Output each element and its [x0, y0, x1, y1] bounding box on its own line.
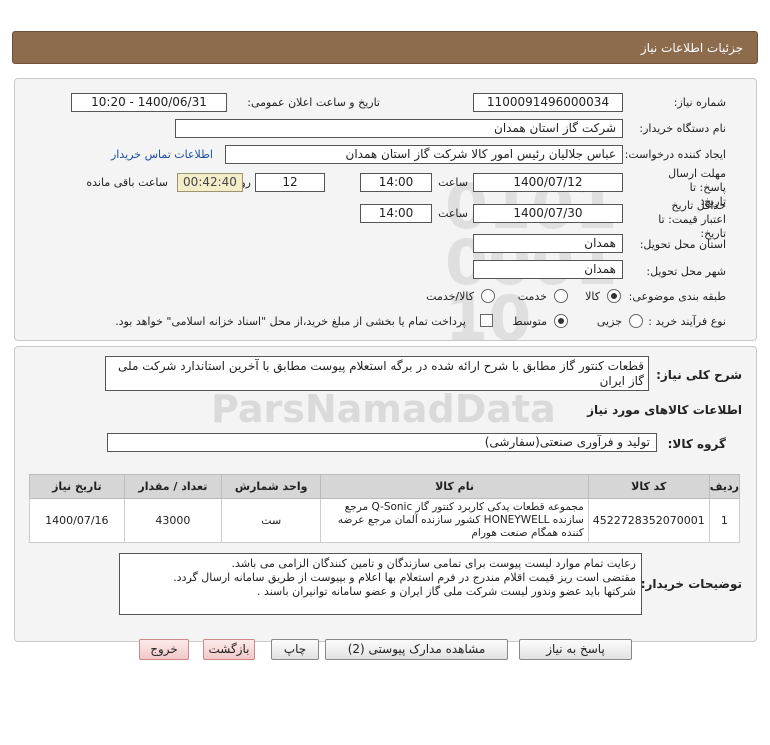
category-goods-label: کالا: [585, 290, 600, 303]
category-service-radio[interactable]: [554, 289, 568, 303]
cell-code: 4522728352070001: [587, 498, 710, 543]
back-button[interactable]: بازگشت: [203, 639, 255, 660]
col-row: ردیف: [708, 474, 741, 499]
reply-time-label: ساعت: [438, 176, 468, 189]
city-label: شهر محل تحویل:: [646, 265, 726, 278]
reply-button[interactable]: پاسخ به نیاز: [519, 639, 632, 660]
province-label: استان محل تحویل:: [639, 238, 726, 251]
remaining-time-field: 00:42:40: [177, 173, 243, 192]
requester-label: ایجاد کننده درخواست:: [624, 148, 726, 161]
price-validity-label: حداقل تاریخ اعتبار قیمت: تا تاریخ:: [658, 199, 726, 240]
process-minor-label: جزیی: [596, 315, 622, 328]
process-type-label: نوع فرآیند خرید :: [648, 315, 726, 328]
buyer-org-label: نام دستگاه خریدار:: [639, 122, 726, 135]
view-attachments-button[interactable]: مشاهده مدارک پیوستی (2): [325, 639, 508, 660]
city-field: همدان: [473, 260, 623, 279]
need-number-field: 1100091496000034: [473, 93, 623, 112]
category-goods-service-label: کالا/خدمت: [426, 290, 474, 303]
col-code: کد کالا: [587, 474, 710, 499]
need-details-panel: ParsNamadData شرح کلی نیاز: قطعات کنتور …: [14, 346, 757, 642]
print-button[interactable]: چاپ: [271, 639, 319, 660]
col-qty: تعداد / مقدار: [123, 474, 223, 499]
cell-unit: ست: [221, 498, 322, 543]
col-name: نام کالا: [320, 474, 589, 499]
col-date: تاریخ نیاز: [29, 474, 125, 499]
days-field: 12: [255, 173, 325, 192]
requester-field: عباس جلالیان رئیس امور کالا شرکت گاز است…: [225, 145, 623, 164]
need-number-label: شماره نیاز:: [673, 96, 726, 109]
category-goods-radio[interactable]: [607, 289, 621, 303]
process-medium-label: متوسط: [512, 315, 547, 328]
summary-label: شرح کلی نیاز:: [656, 368, 742, 382]
page-header: جزئیات اطلاعات نیاز: [12, 31, 758, 64]
goods-table-header: ردیف کد کالا نام کالا واحد شمارش تعداد /…: [29, 474, 741, 499]
province-field: همدان: [473, 234, 623, 253]
buyer-notes-label: توضیحات خریدار:: [640, 577, 742, 591]
validity-time-field: 14:00: [360, 204, 432, 223]
buyer-note-line: شرکتها باید عضو وندور لیست شرکت ملی گاز …: [256, 585, 636, 598]
cell-row: 1: [708, 498, 741, 543]
process-medium-radio[interactable]: [554, 314, 568, 328]
cell-date: 1400/07/16: [29, 498, 125, 543]
reply-time-field: 14:00: [360, 173, 432, 192]
validity-date-field: 1400/07/30: [473, 204, 623, 223]
summary-field: قطعات کنتور گاز مطابق با شرح ارائه شده د…: [105, 356, 649, 391]
buyer-note-line: مقتضی است ریز قیمت اقلام مندرج در فرم اس…: [173, 571, 636, 584]
buyer-notes-box: رعایت تمام موارد لیست پیوست برای تمامی س…: [119, 553, 642, 615]
need-info-panel: 0101000110 شماره نیاز: 1100091496000034 …: [14, 78, 757, 350]
goods-group-label: گروه کالا:: [667, 437, 726, 451]
buyer-contact-link[interactable]: اطلاعات تماس خریدار: [111, 148, 213, 161]
announce-datetime-field: 1400/06/31 - 10:20: [71, 93, 227, 112]
process-minor-radio[interactable]: [629, 314, 643, 328]
buyer-org-field: شرکت گاز استان همدان: [175, 119, 623, 138]
page-title: جزئیات اطلاعات نیاز: [640, 41, 743, 55]
buyer-note-line: رعایت تمام موارد لیست پیوست برای تمامی س…: [231, 557, 636, 570]
treasury-payment-note: پرداخت تمام یا بخشی از مبلغ خرید،از محل …: [115, 315, 466, 328]
watermark-text: ParsNamadData: [211, 387, 556, 431]
cell-qty: 43000: [123, 498, 223, 543]
exit-button[interactable]: خروج: [139, 639, 189, 660]
table-row: 1 4522728352070001 مجموعه قطعات یدکی کار…: [29, 498, 741, 543]
category-service-label: خدمت: [517, 290, 547, 303]
reply-date-field: 1400/07/12: [473, 173, 623, 192]
announce-label: تاریخ و ساعت اعلان عمومی:: [247, 96, 380, 109]
goods-table: ردیف کد کالا نام کالا واحد شمارش تعداد /…: [29, 474, 741, 543]
validity-time-label: ساعت: [438, 207, 468, 220]
col-unit: واحد شمارش: [221, 474, 322, 499]
category-goods-service-radio[interactable]: [481, 289, 495, 303]
category-label: طبقه بندی موضوعی:: [628, 290, 726, 303]
goods-group-field: تولید و فرآوری صنعتی(سفارشی): [107, 433, 657, 452]
treasury-payment-checkbox[interactable]: [480, 314, 493, 327]
remaining-label: ساعت باقی مانده: [86, 176, 168, 189]
goods-info-title: اطلاعات کالاهای مورد نیاز: [587, 403, 742, 417]
cell-name: مجموعه قطعات یدکی کاربرد کنتور گاز Q-Son…: [320, 498, 589, 543]
